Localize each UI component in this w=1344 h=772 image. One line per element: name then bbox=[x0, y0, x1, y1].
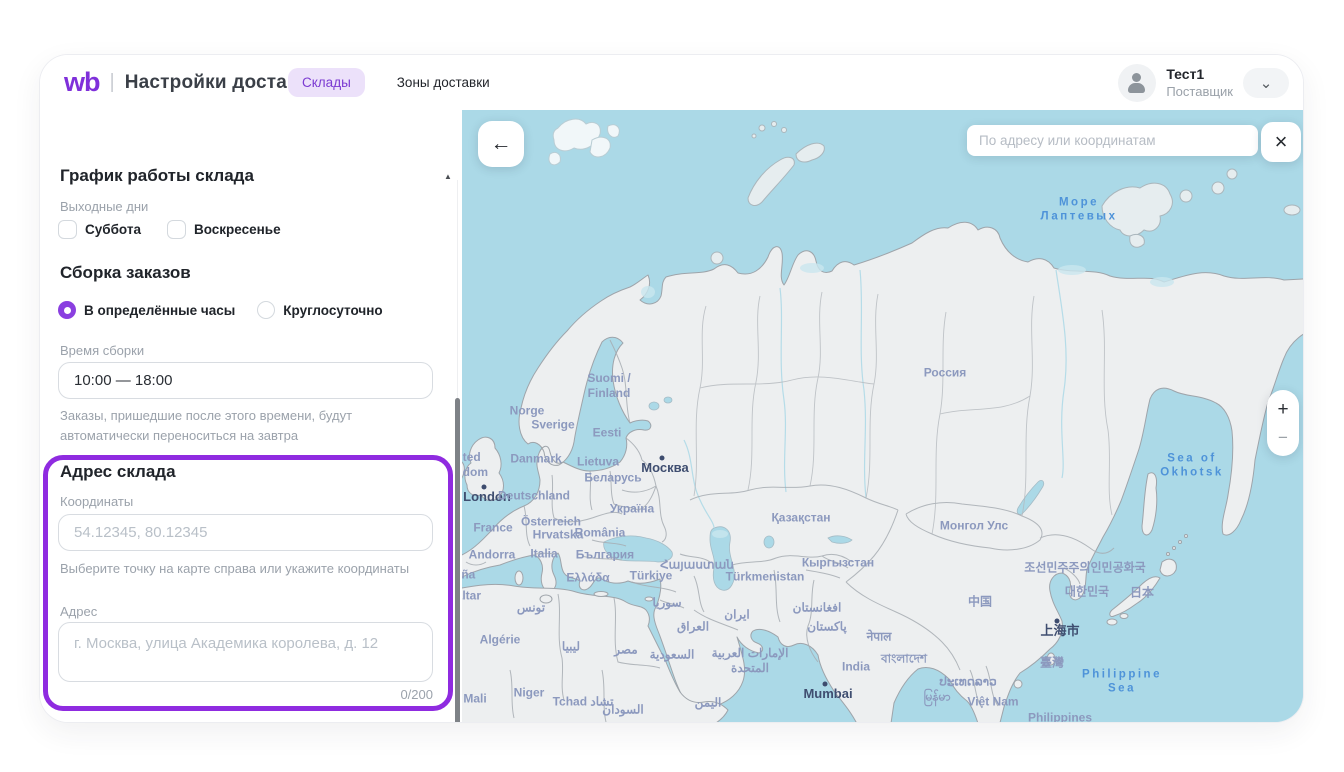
coordinates-hint: Выберите точку на карте справа или укажи… bbox=[60, 559, 444, 579]
map-search-input[interactable] bbox=[967, 125, 1258, 156]
checkbox-label: Воскресенье bbox=[194, 222, 281, 237]
map-zoom-control: + − bbox=[1267, 390, 1299, 456]
radio-option[interactable]: Круглосуточно bbox=[257, 301, 382, 319]
tab-sklady[interactable]: Склады bbox=[288, 68, 365, 97]
user-name: Тест1 bbox=[1166, 66, 1233, 84]
char-counter: 0/200 bbox=[58, 687, 433, 702]
user-info: Тест1 Поставщик bbox=[1166, 66, 1233, 100]
back-button[interactable]: ← bbox=[478, 121, 524, 167]
wb-logo: wb bbox=[64, 67, 100, 98]
user-role: Поставщик bbox=[1166, 84, 1233, 100]
radio-selected-icon[interactable] bbox=[58, 301, 76, 319]
page: wb | Настройки доставки Склады Зоны дост… bbox=[0, 0, 1344, 772]
checkbox-option[interactable]: Воскресенье bbox=[167, 220, 281, 239]
zoom-in-button[interactable]: + bbox=[1277, 400, 1288, 419]
radio-label: В определённые часы bbox=[84, 303, 235, 318]
radio-option[interactable]: В определённые часы bbox=[58, 301, 235, 319]
address-input[interactable] bbox=[58, 622, 433, 682]
address-heading: Адрес склада bbox=[60, 462, 176, 482]
checkbox-unselected-icon[interactable] bbox=[167, 220, 186, 239]
checkbox-unselected-icon[interactable] bbox=[58, 220, 77, 239]
assembly-options: В определённые часы Круглосуточно bbox=[58, 301, 383, 319]
tab-delivery-zones[interactable]: Зоны доставки bbox=[383, 68, 504, 97]
chevron-down-icon[interactable]: ⌄ bbox=[1243, 68, 1289, 98]
assembly-time-input[interactable] bbox=[58, 362, 433, 399]
weekend-options: Суббота Воскресенье bbox=[58, 220, 281, 239]
header-tabs: Склады Зоны доставки bbox=[288, 55, 504, 110]
header: wb | Настройки доставки Склады Зоны дост… bbox=[40, 55, 1303, 110]
radio-unselected-icon[interactable] bbox=[257, 301, 275, 319]
address-label: Адрес bbox=[60, 604, 97, 619]
assembly-time-hint: Заказы, пришедшие после этого времени, б… bbox=[60, 406, 444, 446]
warehouse-settings-panel: График работы склада Выходные дни Суббот… bbox=[40, 110, 462, 722]
map[interactable]: Море ЛаптевыхSea of OkhotskPhilippine Se… bbox=[462, 110, 1303, 722]
coordinates-label: Координаты bbox=[60, 494, 133, 509]
scrollbar-up-icon[interactable]: ▲ bbox=[444, 172, 452, 181]
assembly-time-label: Время сборки bbox=[60, 343, 144, 358]
brand: wb | Настройки доставки bbox=[64, 55, 321, 110]
close-icon[interactable]: × bbox=[1261, 122, 1301, 162]
map-canvas bbox=[462, 110, 1303, 722]
checkbox-option[interactable]: Суббота bbox=[58, 220, 141, 239]
scrollbar-thumb[interactable] bbox=[455, 398, 460, 722]
app-window: wb | Настройки доставки Склады Зоны дост… bbox=[40, 55, 1303, 722]
assembly-heading: Сборка заказов bbox=[60, 263, 191, 283]
weekend-label: Выходные дни bbox=[60, 199, 148, 214]
logo-divider: | bbox=[110, 71, 115, 94]
avatar bbox=[1118, 64, 1156, 102]
user-icon bbox=[1132, 73, 1141, 82]
schedule-heading: График работы склада bbox=[60, 166, 254, 186]
checkbox-label: Суббота bbox=[85, 222, 141, 237]
zoom-out-button[interactable]: − bbox=[1278, 429, 1288, 446]
radio-label: Круглосуточно bbox=[283, 303, 382, 318]
coordinates-input[interactable] bbox=[58, 514, 433, 551]
user-menu[interactable]: Тест1 Поставщик ⌄ bbox=[1118, 64, 1289, 102]
